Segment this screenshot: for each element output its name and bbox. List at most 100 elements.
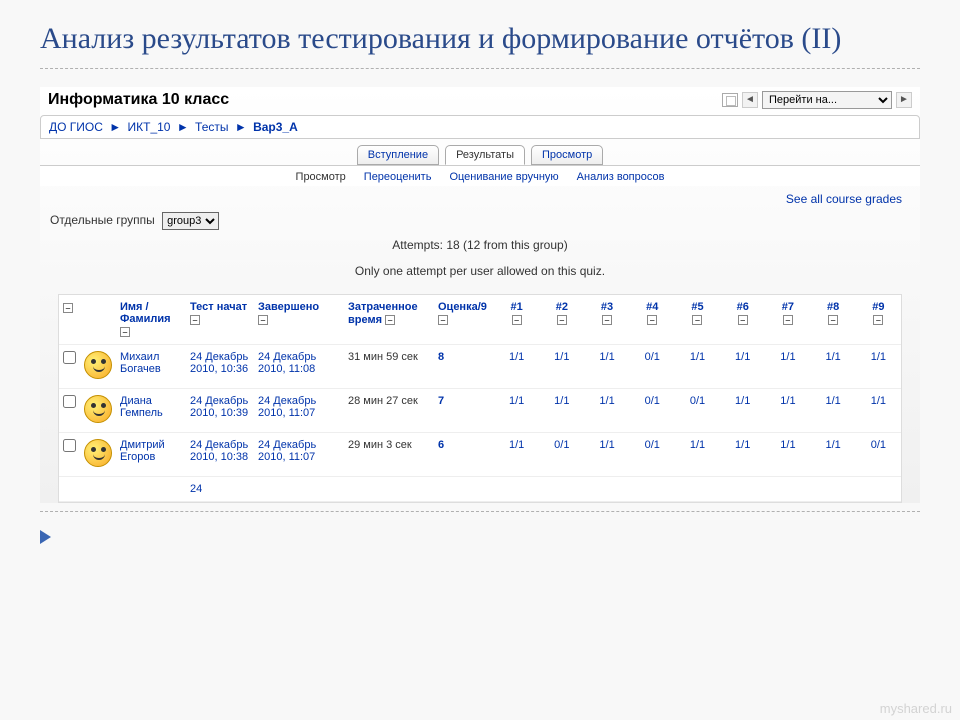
subtab-regrade[interactable]: Переоценить [364,171,432,183]
collapse-icon[interactable]: – [692,315,702,325]
q1-score-link[interactable]: 1/1 [509,395,524,407]
th-q8[interactable]: #8 [827,301,839,313]
collapse-icon[interactable]: – [438,315,448,325]
th-completed[interactable]: Завершено [258,301,319,313]
nav-prev-button[interactable]: ◄ [742,92,758,108]
q1-score-link[interactable]: 1/1 [509,439,524,451]
q7-score-link[interactable]: 1/1 [780,395,795,407]
q2-score-link[interactable]: 1/1 [554,395,569,407]
q6-score-link[interactable]: 1/1 [735,351,750,363]
subtab-view[interactable]: Просмотр [296,171,346,183]
print-icon[interactable] [722,93,738,107]
group-select[interactable]: group3 [162,212,219,230]
grade-link[interactable]: 7 [438,395,444,407]
tab-preview[interactable]: Просмотр [531,145,603,165]
see-all-grades-link[interactable]: See all course grades [786,192,902,206]
q8-score-link[interactable]: 1/1 [825,439,840,451]
row-checkbox[interactable] [63,395,76,408]
breadcrumb-link[interactable]: Тесты [195,120,228,134]
started-link[interactable]: 24 Декабрь 2010, 10:39 [190,395,248,419]
th-started[interactable]: Тест начат [190,301,247,313]
collapse-icon[interactable]: – [385,315,395,325]
th-q2[interactable]: #2 [556,301,568,313]
q2-score-link[interactable]: 1/1 [554,351,569,363]
q6-score-link[interactable]: 1/1 [735,395,750,407]
collapse-icon[interactable]: – [512,315,522,325]
q4-score-link[interactable]: 0/1 [645,395,660,407]
collapse-icon[interactable]: – [738,315,748,325]
th-q9[interactable]: #9 [872,301,884,313]
th-q7[interactable]: #7 [782,301,794,313]
results-table: – Имя / Фамилия – Тест начат – Завершено –… [58,294,902,503]
q9-score-link[interactable]: 1/1 [871,351,886,363]
avatar[interactable] [84,439,112,467]
q4-score-link[interactable]: 0/1 [645,351,660,363]
q2-score-link[interactable]: 0/1 [554,439,569,451]
q7-score-link[interactable]: 1/1 [780,351,795,363]
see-all-grades-row: See all course grades [40,186,920,206]
quiz-rule: Only one attempt per user allowed on thi… [40,264,920,278]
avatar[interactable] [84,351,112,379]
q1-score-link[interactable]: 1/1 [509,351,524,363]
started-link[interactable]: 24 Декабрь 2010, 10:36 [190,351,248,375]
q9-score-link[interactable]: 0/1 [871,439,886,451]
collapse-icon[interactable]: – [647,315,657,325]
collapse-icon[interactable]: – [873,315,883,325]
q3-score-link[interactable]: 1/1 [599,395,614,407]
breadcrumb-link[interactable]: ДО ГИОС [49,120,103,134]
collapse-icon[interactable]: – [602,315,612,325]
timetaken-cell: 28 мин 27 сек [344,388,434,432]
completed-link[interactable]: 24 Декабрь 2010, 11:07 [258,395,316,419]
avatar[interactable] [84,395,112,423]
collapse-icon[interactable]: – [120,327,130,337]
th-q1[interactable]: #1 [510,301,522,313]
jump-to-select[interactable]: Перейти на... [762,91,892,109]
collapse-icon[interactable]: – [557,315,567,325]
q7-score-link[interactable]: 1/1 [780,439,795,451]
th-q6[interactable]: #6 [737,301,749,313]
breadcrumb-link[interactable]: ИКТ_10 [128,120,171,134]
th-name[interactable]: Имя / Фамилия [120,301,171,325]
q8-score-link[interactable]: 1/1 [825,395,840,407]
started-link[interactable]: 24 [190,483,202,495]
completed-link[interactable]: 24 Декабрь 2010, 11:08 [258,351,316,375]
grade-link[interactable]: 8 [438,351,444,363]
th-grade[interactable]: Оценка/9 [438,301,487,313]
student-name-link[interactable]: Диана Гемпель [120,395,163,419]
timetaken-cell: 31 мин 59 сек [344,344,434,388]
nav-next-button[interactable]: ► [896,92,912,108]
collapse-icon[interactable]: – [190,315,200,325]
q9-score-link[interactable]: 1/1 [871,395,886,407]
subtab-itemanalysis[interactable]: Анализ вопросов [577,171,665,183]
sub-tab-row: Просмотр Переоценить Оценивание вручную … [40,165,920,186]
grade-link[interactable]: 6 [438,439,444,451]
q6-score-link[interactable]: 1/1 [735,439,750,451]
tab-intro[interactable]: Вступление [357,145,439,165]
student-name-link[interactable]: Михаил Богачев [120,351,161,375]
th-q4[interactable]: #4 [646,301,658,313]
student-name-link[interactable]: Дмитрий Егоров [120,439,165,463]
q5-score-link[interactable]: 1/1 [690,439,705,451]
row-checkbox[interactable] [63,351,76,364]
completed-link[interactable]: 24 Декабрь 2010, 11:07 [258,439,316,463]
collapse-icon[interactable]: – [828,315,838,325]
th-timetaken[interactable]: Затраченное время [348,301,418,326]
play-icon[interactable] [40,530,51,544]
screenshot-panel: Информатика 10 класс ◄ Перейти на... ► Д… [40,87,920,503]
th-q3[interactable]: #3 [601,301,613,313]
subtab-manual[interactable]: Оценивание вручную [449,171,558,183]
q4-score-link[interactable]: 0/1 [645,439,660,451]
collapse-icon[interactable]: – [258,315,268,325]
q5-score-link[interactable]: 0/1 [690,395,705,407]
q3-score-link[interactable]: 1/1 [599,439,614,451]
collapse-icon[interactable]: – [783,315,793,325]
attempts-info: Attempts: 18 (12 from this group) [40,238,920,252]
th-q5[interactable]: #5 [691,301,703,313]
collapse-icon[interactable]: – [63,303,73,313]
started-link[interactable]: 24 Декабрь 2010, 10:38 [190,439,248,463]
row-checkbox[interactable] [63,439,76,452]
q3-score-link[interactable]: 1/1 [599,351,614,363]
tab-results[interactable]: Результаты [445,145,525,165]
q5-score-link[interactable]: 1/1 [690,351,705,363]
q8-score-link[interactable]: 1/1 [825,351,840,363]
